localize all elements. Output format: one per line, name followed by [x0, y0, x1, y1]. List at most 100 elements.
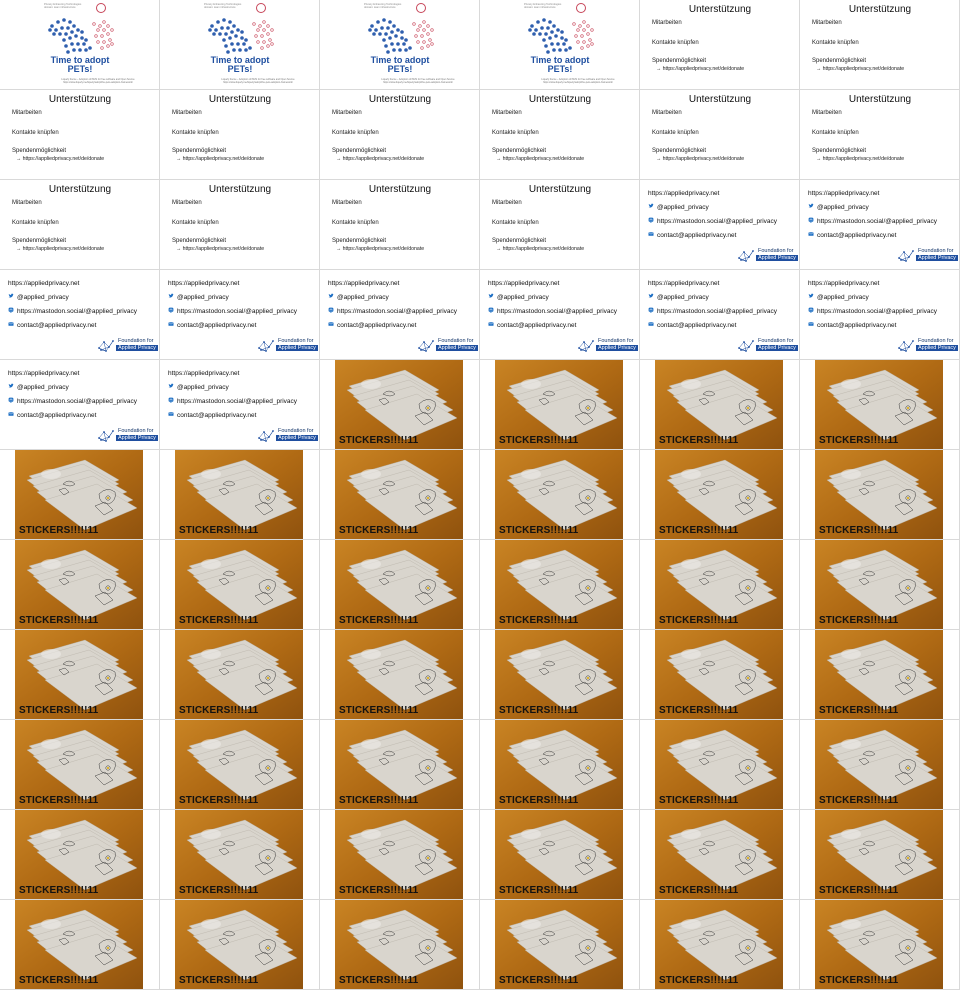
- slide-thumbnail-title[interactable]: Privacy Enhancing Technologies domain: t…: [0, 0, 160, 90]
- donate-link[interactable]: → https://appliedprivacy.net/de/donate: [176, 156, 264, 162]
- slide-thumbnail-sticker[interactable]: STICKERS!!!!!11: [800, 810, 960, 900]
- slide-thumbnail-sticker[interactable]: STICKERS!!!!!11: [320, 720, 480, 810]
- slide-thumbnail-sticker[interactable]: STICKERS!!!!!11: [320, 540, 480, 630]
- slide-thumbnail-sticker[interactable]: STICKERS!!!!!11: [480, 540, 640, 630]
- support-slide-title: Unterstützung: [848, 4, 912, 15]
- slide-thumbnail-sticker[interactable]: STICKERS!!!!!11: [160, 630, 320, 720]
- donate-link[interactable]: → https://appliedprivacy.net/de/donate: [656, 156, 744, 162]
- slide-thumbnail-support[interactable]: Unterstützung Mitarbeiten Kontakte knüpf…: [320, 180, 480, 270]
- slide-thumbnail-support[interactable]: Unterstützung Mitarbeiten Kontakte knüpf…: [640, 90, 800, 180]
- slide-thumbnail-contact[interactable]: https://appliedprivacy.net @applied_priv…: [480, 270, 640, 360]
- slide-thumbnail-support[interactable]: Unterstützung Mitarbeiten Kontakte knüpf…: [480, 180, 640, 270]
- slide-thumbnail-title[interactable]: Privacy Enhancing Technologies domain: t…: [480, 0, 640, 90]
- slide-thumbnail-sticker[interactable]: STICKERS!!!!!11: [320, 630, 480, 720]
- slide-thumbnail-sticker[interactable]: STICKERS!!!!!11: [0, 540, 160, 630]
- slide-thumbnail-contact[interactable]: https://appliedprivacy.net @applied_priv…: [800, 270, 960, 360]
- website-link[interactable]: https://appliedprivacy.net: [8, 370, 79, 377]
- slide-thumbnail-sticker[interactable]: STICKERS!!!!!11: [800, 360, 960, 450]
- slide-thumbnail-sticker[interactable]: STICKERS!!!!!11: [480, 810, 640, 900]
- slide-thumbnail-sticker[interactable]: STICKERS!!!!!11: [320, 900, 480, 990]
- slide-thumbnail-contact[interactable]: https://appliedprivacy.net @applied_priv…: [160, 360, 320, 450]
- slide-thumbnail-sticker[interactable]: STICKERS!!!!!11: [160, 900, 320, 990]
- slide-thumbnail-contact[interactable]: https://appliedprivacy.net @applied_priv…: [640, 270, 800, 360]
- donate-link[interactable]: → https://appliedprivacy.net/de/donate: [816, 156, 904, 162]
- support-item-donate: Spendenmöglichkeit: [172, 148, 227, 154]
- email-icon: [808, 322, 814, 326]
- slide-thumbnail-sticker[interactable]: STICKERS!!!!!11: [160, 450, 320, 540]
- donate-link[interactable]: → https://appliedprivacy.net/de/donate: [176, 246, 264, 252]
- donate-link[interactable]: → https://appliedprivacy.net/de/donate: [16, 156, 104, 162]
- slide-thumbnail-sticker[interactable]: STICKERS!!!!!11: [800, 540, 960, 630]
- slide-thumbnail-sticker[interactable]: STICKERS!!!!!11: [0, 450, 160, 540]
- donate-link[interactable]: → https://appliedprivacy.net/de/donate: [16, 246, 104, 252]
- donate-link[interactable]: → https://appliedprivacy.net/de/donate: [496, 246, 584, 252]
- slide-thumbnail-sticker[interactable]: STICKERS!!!!!11: [640, 720, 800, 810]
- slide-thumbnail-support[interactable]: Unterstützung Mitarbeiten Kontakte knüpf…: [800, 0, 960, 90]
- slide-thumbnail-contact[interactable]: https://appliedprivacy.net @applied_priv…: [0, 360, 160, 450]
- slide-thumbnail-sticker[interactable]: STICKERS!!!!!11: [160, 720, 320, 810]
- slide-thumbnail-sticker[interactable]: STICKERS!!!!!11: [640, 810, 800, 900]
- slide-thumbnail-sticker[interactable]: STICKERS!!!!!11: [640, 360, 800, 450]
- slide-thumbnail-support[interactable]: Unterstützung Mitarbeiten Kontakte knüpf…: [160, 180, 320, 270]
- stickers-caption: STICKERS!!!!!11: [819, 615, 899, 626]
- title-slide-footer: Liquefy theme – Adoption of PETs for fre…: [221, 78, 295, 84]
- slide-thumbnail-sticker[interactable]: STICKERS!!!!!11: [800, 450, 960, 540]
- donate-link[interactable]: → https://appliedprivacy.net/de/donate: [336, 246, 424, 252]
- website-link[interactable]: https://appliedprivacy.net: [808, 280, 879, 287]
- slide-thumbnail-title[interactable]: Privacy Enhancing Technologies domain: t…: [320, 0, 480, 90]
- website-link[interactable]: https://appliedprivacy.net: [168, 280, 239, 287]
- slide-thumbnail-sticker[interactable]: STICKERS!!!!!11: [480, 630, 640, 720]
- slide-thumbnail-support[interactable]: Unterstützung Mitarbeiten Kontakte knüpf…: [800, 90, 960, 180]
- slide-thumbnail-contact[interactable]: https://appliedprivacy.net @applied_priv…: [160, 270, 320, 360]
- slide-thumbnail-support[interactable]: Unterstützung Mitarbeiten Kontakte knüpf…: [160, 90, 320, 180]
- website-link[interactable]: https://appliedprivacy.net: [808, 190, 879, 197]
- slide-thumbnail-sticker[interactable]: STICKERS!!!!!11: [800, 630, 960, 720]
- donate-link[interactable]: → https://appliedprivacy.net/de/donate: [336, 156, 424, 162]
- website-link[interactable]: https://appliedprivacy.net: [648, 190, 719, 197]
- slide-thumbnail-support[interactable]: Unterstützung Mitarbeiten Kontakte knüpf…: [0, 180, 160, 270]
- website-link[interactable]: https://appliedprivacy.net: [8, 280, 79, 287]
- mastodon-address: https://mastodon.social/@applied_privacy: [817, 308, 938, 315]
- support-slide-title: Unterstützung: [368, 94, 432, 105]
- slide-thumbnail-sticker[interactable]: STICKERS!!!!!11: [640, 450, 800, 540]
- donate-link[interactable]: → https://appliedprivacy.net/de/donate: [656, 66, 744, 72]
- slide-thumbnail-sticker[interactable]: STICKERS!!!!!11: [320, 450, 480, 540]
- slide-thumbnail-support[interactable]: Unterstützung Mitarbeiten Kontakte knüpf…: [480, 90, 640, 180]
- slide-thumbnail-contact[interactable]: https://appliedprivacy.net @applied_priv…: [800, 180, 960, 270]
- slide-thumbnail-sticker[interactable]: STICKERS!!!!!11: [480, 720, 640, 810]
- stickers-caption: STICKERS!!!!!11: [659, 435, 739, 446]
- slide-thumbnail-sticker[interactable]: STICKERS!!!!!11: [0, 720, 160, 810]
- slide-thumbnail-sticker[interactable]: STICKERS!!!!!11: [480, 450, 640, 540]
- slide-thumbnail-sticker[interactable]: STICKERS!!!!!11: [640, 630, 800, 720]
- slide-thumbnail-sticker[interactable]: STICKERS!!!!!11: [640, 540, 800, 630]
- slide-thumbnail-contact[interactable]: https://appliedprivacy.net @applied_priv…: [0, 270, 160, 360]
- slide-thumbnail-sticker[interactable]: STICKERS!!!!!11: [320, 810, 480, 900]
- website-link[interactable]: https://appliedprivacy.net: [488, 280, 559, 287]
- foundation-logo: Foundation for Applied Privacy: [97, 336, 158, 356]
- website-link[interactable]: https://appliedprivacy.net: [328, 280, 399, 287]
- donate-link[interactable]: → https://appliedprivacy.net/de/donate: [496, 156, 584, 162]
- stickers-caption: STICKERS!!!!!11: [179, 705, 259, 716]
- slide-thumbnail-contact[interactable]: https://appliedprivacy.net @applied_priv…: [640, 180, 800, 270]
- slide-thumbnail-sticker[interactable]: STICKERS!!!!!11: [640, 900, 800, 990]
- slide-thumbnail-support[interactable]: Unterstützung Mitarbeiten Kontakte knüpf…: [320, 90, 480, 180]
- slide-thumbnail-sticker[interactable]: STICKERS!!!!!11: [480, 900, 640, 990]
- slide-thumbnail-support[interactable]: Unterstützung Mitarbeiten Kontakte knüpf…: [640, 0, 800, 90]
- slide-thumbnail-sticker[interactable]: STICKERS!!!!!11: [800, 720, 960, 810]
- slide-thumbnail-title[interactable]: Privacy Enhancing Technologies domain: t…: [160, 0, 320, 90]
- slide-thumbnail-support[interactable]: Unterstützung Mitarbeiten Kontakte knüpf…: [0, 90, 160, 180]
- slide-thumbnail-contact[interactable]: https://appliedprivacy.net @applied_priv…: [320, 270, 480, 360]
- slide-thumbnail-sticker[interactable]: STICKERS!!!!!11: [0, 630, 160, 720]
- email-icon: [168, 412, 174, 416]
- website-link[interactable]: https://appliedprivacy.net: [168, 370, 239, 377]
- foundation-logo: Foundation for Applied Privacy: [737, 336, 798, 356]
- slide-thumbnail-sticker[interactable]: STICKERS!!!!!11: [0, 900, 160, 990]
- website-link[interactable]: https://appliedprivacy.net: [648, 280, 719, 287]
- slide-thumbnail-sticker[interactable]: STICKERS!!!!!11: [0, 810, 160, 900]
- slide-thumbnail-sticker[interactable]: STICKERS!!!!!11: [800, 900, 960, 990]
- slide-thumbnail-sticker[interactable]: STICKERS!!!!!11: [480, 360, 640, 450]
- slide-thumbnail-sticker[interactable]: STICKERS!!!!!11: [160, 540, 320, 630]
- donate-link[interactable]: → https://appliedprivacy.net/de/donate: [816, 66, 904, 72]
- slide-thumbnail-sticker[interactable]: STICKERS!!!!!11: [320, 360, 480, 450]
- slide-thumbnail-sticker[interactable]: STICKERS!!!!!11: [160, 810, 320, 900]
